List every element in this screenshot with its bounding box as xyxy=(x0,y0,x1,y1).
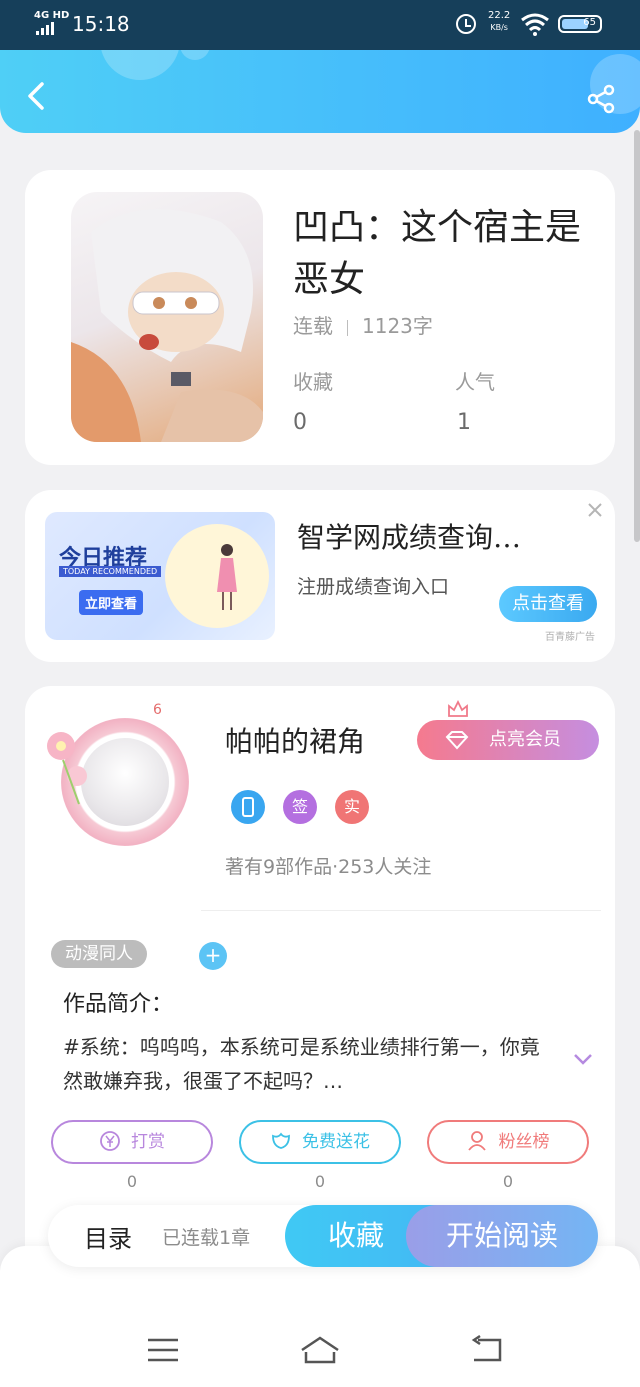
home-icon[interactable] xyxy=(298,1334,342,1366)
book-title: 凹凸：这个宿主是恶女 xyxy=(293,207,582,300)
intro-text: #系统：呜呜呜，本系统可是系统业绩排行第一，你竟然敢嫌弃我，很蛋了不起吗？… xyxy=(63,1035,540,1093)
ad-description: 注册成绩查询入口 xyxy=(297,576,450,598)
decor-bubble xyxy=(180,50,210,60)
yen-icon xyxy=(100,1130,120,1151)
reward-button[interactable]: 打赏 xyxy=(51,1120,213,1164)
close-icon[interactable] xyxy=(587,502,603,518)
author-badges: 签 实 xyxy=(231,790,369,824)
cover-illustration xyxy=(71,209,263,442)
book-meta: 连载 1123字 xyxy=(293,310,433,339)
battery-icon: 65 xyxy=(558,15,602,33)
phone-badge-icon xyxy=(231,790,265,824)
chevron-down-icon[interactable] xyxy=(573,1052,593,1066)
verified-badge: 实 xyxy=(335,790,369,824)
start-reading-button[interactable]: 开始阅读 xyxy=(406,1205,598,1267)
collect-value: 0 xyxy=(293,410,307,435)
author-stats: 著有9部作品·253人关注 xyxy=(225,856,432,878)
collect-label: 收藏 xyxy=(293,370,333,394)
menu-icon[interactable] xyxy=(142,1334,186,1366)
girl-illustration xyxy=(217,544,237,610)
intro-label: 作品简介： xyxy=(63,992,174,1017)
flower-icon xyxy=(272,1132,290,1149)
popularity-value: 1 xyxy=(457,410,471,435)
signal-icon xyxy=(36,22,54,35)
fan-count: 0 xyxy=(502,1172,514,1191)
bottom-action-bar: 目录 已连载1章 收藏 开始阅读 xyxy=(48,1205,598,1267)
clock: 15:18 xyxy=(72,12,130,36)
author-avatar[interactable] xyxy=(41,706,191,856)
book-status: 连载 xyxy=(293,314,333,338)
ad-image[interactable]: 今日推荐 TODAY RECOMMENDED 立即查看 xyxy=(45,512,275,640)
fan-rank-button[interactable]: 粉丝榜 xyxy=(427,1120,589,1164)
vip-button[interactable]: 点亮会员 xyxy=(417,720,599,760)
book-info-card: 凹凸：这个宿主是恶女 连载 1123字 收藏 人气 0 1 xyxy=(25,170,615,465)
fan-rank-label: 粉丝榜 xyxy=(498,1132,550,1152)
ad-cta-button[interactable]: 点击查看 xyxy=(499,586,597,622)
send-flower-button[interactable]: 免费送花 xyxy=(239,1120,401,1164)
decor-bubble xyxy=(100,50,180,80)
add-tag-button[interactable]: + xyxy=(199,942,227,970)
ad-card[interactable]: 今日推荐 TODAY RECOMMENDED 立即查看 智学网成绩查询… 注册成… xyxy=(25,490,615,662)
chapter-status: 已连载1章 xyxy=(162,1227,251,1249)
system-nav-bar xyxy=(0,1246,640,1387)
flower-count: 0 xyxy=(314,1172,326,1191)
alarm-icon xyxy=(456,14,476,34)
divider xyxy=(201,910,601,911)
header-bar xyxy=(0,50,640,133)
scrollbar[interactable] xyxy=(634,130,640,542)
word-count: 1123字 xyxy=(362,314,433,338)
reward-label: 打赏 xyxy=(131,1132,165,1152)
crown-icon xyxy=(448,700,468,717)
vip-button-label: 点亮会员 xyxy=(489,729,561,750)
ad-image-subtitle: TODAY RECOMMENDED xyxy=(59,566,162,577)
flower-decoration-icon xyxy=(47,732,87,805)
ad-image-button: 立即查看 xyxy=(79,590,144,615)
network-indicator: 4G HD xyxy=(34,10,70,21)
ad-title[interactable]: 智学网成绩查询… xyxy=(297,516,521,556)
back-icon[interactable] xyxy=(466,1334,510,1366)
phone-icon xyxy=(242,797,254,817)
divider xyxy=(347,319,348,336)
book-cover-image[interactable] xyxy=(71,192,263,442)
genre-tag[interactable]: 动漫同人 xyxy=(51,940,147,968)
send-flower-label: 免费送花 xyxy=(302,1132,370,1152)
reward-count: 0 xyxy=(126,1172,138,1191)
user-icon xyxy=(467,1130,486,1151)
level-badge: 6 xyxy=(153,702,162,718)
network-speed: 22.2 KB/s xyxy=(488,10,511,32)
popularity-label: 人气 xyxy=(455,370,495,394)
chevron-left-icon[interactable] xyxy=(22,80,52,112)
ad-source: 百青藤广告 xyxy=(545,632,595,643)
toc-button[interactable]: 目录 xyxy=(84,1219,132,1254)
diamond-icon xyxy=(445,731,469,750)
wifi-icon xyxy=(521,13,549,36)
share-icon[interactable] xyxy=(586,84,616,114)
author-name[interactable]: 帕帕的裙角 xyxy=(225,720,365,760)
author-card: 6 帕帕的裙角 点亮会员 签 实 著有9部作品·253人关注 动漫同人 + 作品… xyxy=(25,686,615,1246)
signed-badge: 签 xyxy=(283,790,317,824)
status-bar: 4G HD 15:18 22.2 KB/s 65 xyxy=(0,0,640,50)
